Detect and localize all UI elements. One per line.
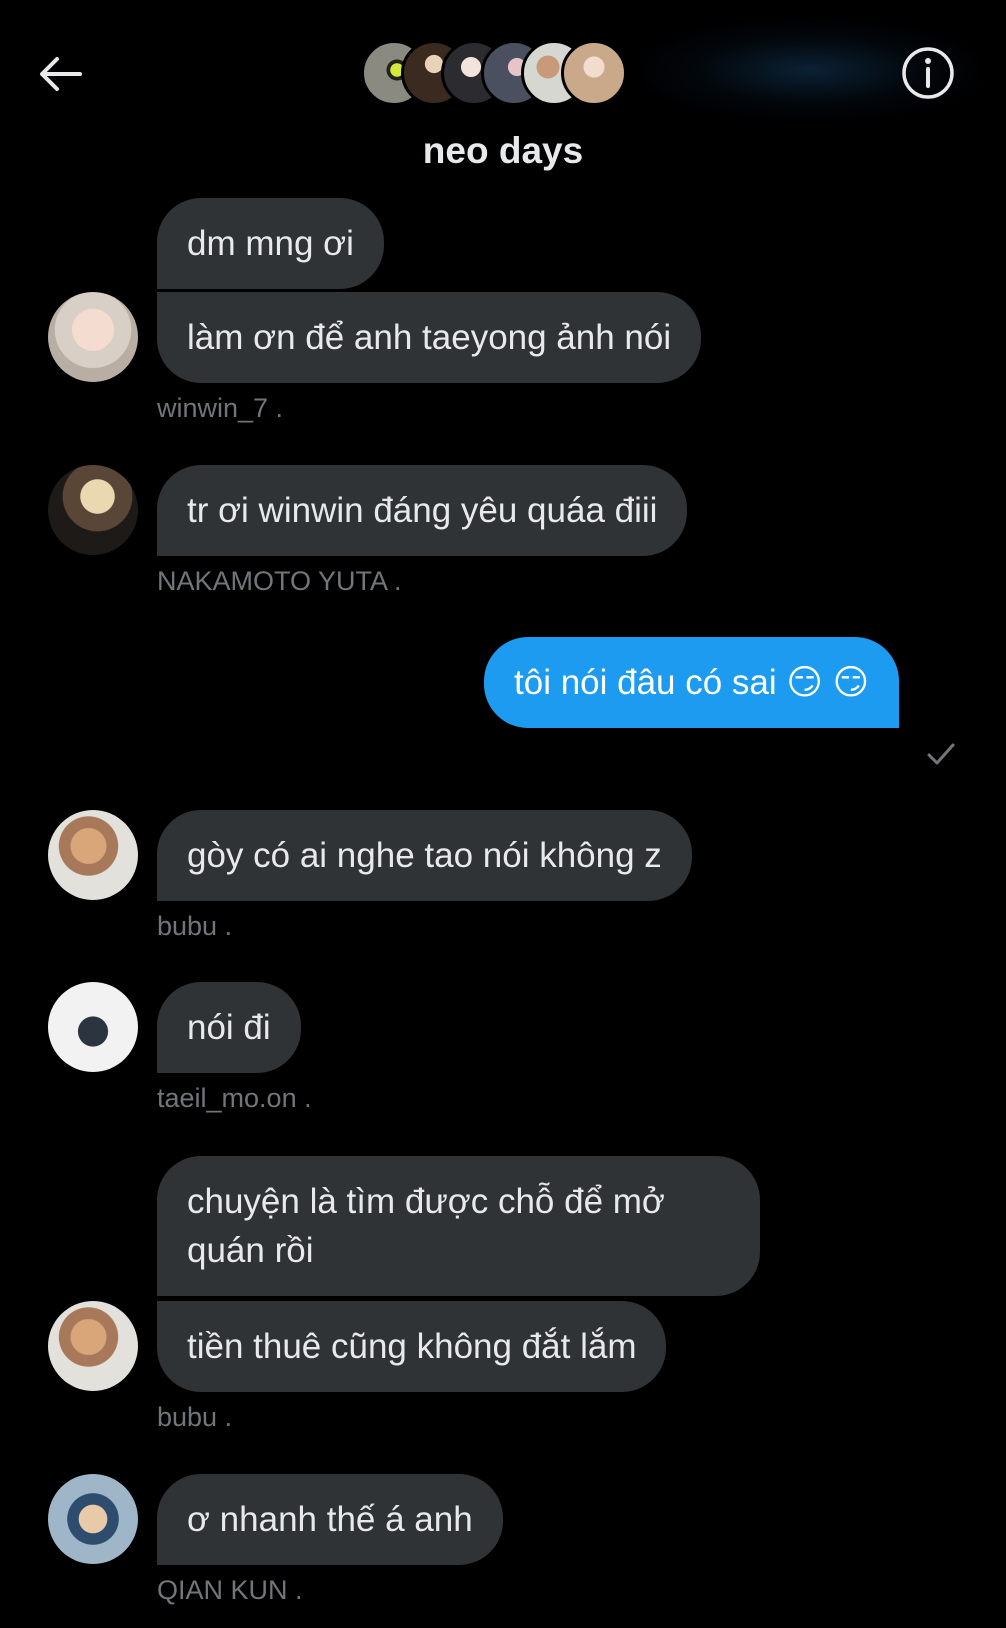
message-bubble[interactable]: gòy có ai nghe tao nói không z — [157, 810, 692, 901]
conversation-title: neo days — [422, 130, 584, 171]
back-button[interactable] — [36, 50, 84, 98]
sender-name: taeil_mo.on . — [157, 1083, 312, 1113]
sender-name: QIAN KUN . — [157, 1575, 303, 1605]
participant-avatar — [561, 40, 627, 106]
message-bubble[interactable]: tr ơi winwin đáng yêu quáa điii — [157, 465, 688, 556]
dm-conversation-screen: neo days dm mng ơi làm ơn để anh taeyong… — [0, 0, 1006, 1628]
message-bubble[interactable]: ơ nhanh thế á anh — [157, 1474, 503, 1565]
sent-message-bubble[interactable]: tôi nói đâu có sai 😏 😏 — [484, 637, 900, 728]
sender-avatar[interactable] — [48, 1301, 138, 1391]
sender-avatar[interactable] — [48, 465, 138, 555]
sender-name: NAKAMOTO YUTA . — [157, 566, 402, 596]
sender-name: bubu . — [157, 1402, 233, 1432]
sender-avatar[interactable] — [48, 810, 138, 900]
message-bubble[interactable]: dm mng ơi — [157, 198, 384, 289]
sender-name: winwin_7 . — [157, 393, 284, 423]
sender-name: bubu . — [157, 911, 233, 941]
info-circle-icon — [902, 47, 954, 99]
sender-avatar[interactable] — [48, 1474, 138, 1564]
arrow-left-icon — [40, 57, 82, 91]
message-bubble[interactable]: làm ơn để anh taeyong ảnh nói — [157, 292, 702, 383]
participant-avatars[interactable] — [361, 40, 661, 106]
message-bubble[interactable]: chuyện là tìm được chỗ để mở quán rồi — [157, 1156, 760, 1296]
message-bubble[interactable]: tiền thuê cũng không đắt lắm — [157, 1301, 667, 1392]
message-bubble[interactable]: nói đi — [157, 982, 301, 1073]
conversation-info-button[interactable] — [900, 45, 956, 101]
sender-avatar[interactable] — [48, 982, 138, 1072]
sender-avatar[interactable] — [48, 292, 138, 382]
read-check-icon — [927, 743, 955, 765]
